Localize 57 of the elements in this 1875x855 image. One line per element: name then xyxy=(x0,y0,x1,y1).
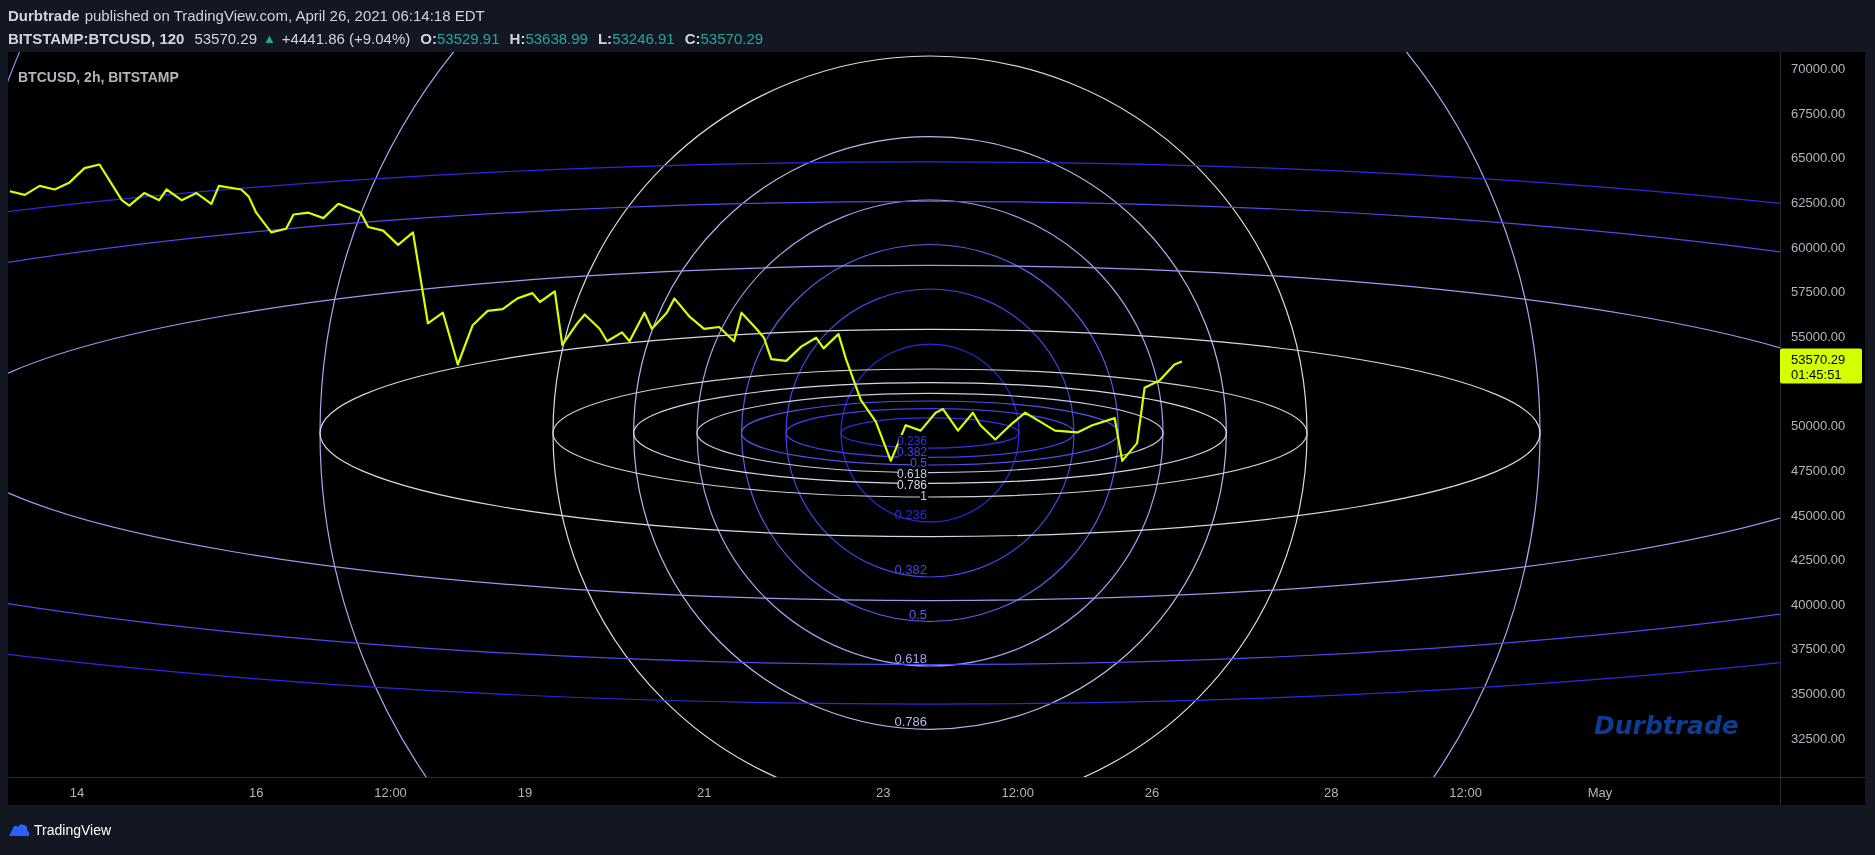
time-axis-label: 12:00 xyxy=(1001,785,1034,800)
up-arrow-icon: ▲ xyxy=(263,29,276,48)
price-axis-label: 62500.00 xyxy=(1791,195,1846,210)
author-name: Durbtrade xyxy=(8,6,80,25)
fib-level-label: 0.786 xyxy=(894,714,927,730)
time-axis-label: 21 xyxy=(696,785,712,800)
fib-level-label: 0.618 xyxy=(894,651,927,666)
price-axis-label: 32500.00 xyxy=(1791,730,1846,746)
chart-legend: BTCUSD, 2h, BITSTAMP xyxy=(18,69,179,85)
price-axis-label: 40000.00 xyxy=(1791,596,1846,612)
price-axis-label: 55000.00 xyxy=(1791,328,1846,344)
fib-level-label: 0.382 xyxy=(894,562,927,577)
time-axis-label: 14 xyxy=(69,785,85,800)
time-axis-label: May xyxy=(1587,785,1613,800)
countdown-label: 01:45:51 xyxy=(1791,367,1842,383)
price-axis-label: 60000.00 xyxy=(1791,239,1846,255)
price-axis-label: 65000.00 xyxy=(1791,150,1846,166)
ohlc-key: H: xyxy=(509,29,526,48)
ohlc-value: 53246.91 xyxy=(612,29,675,48)
price-axis-label: 37500.00 xyxy=(1791,641,1846,657)
cloud-icon xyxy=(8,823,30,837)
price-axis-label: 70000.00 xyxy=(1791,61,1846,77)
fib-level-label: 0.5 xyxy=(910,456,927,470)
symbol-name: BITSTAMP:BTCUSD, 120 xyxy=(8,29,185,48)
fib-level-label: 0.382 xyxy=(896,445,927,459)
price-axis-label: 35000.00 xyxy=(1791,686,1846,702)
price-axis-label: 57500.00 xyxy=(1791,284,1846,300)
time-axis-label: 26 xyxy=(1144,785,1160,800)
last-price-label: 53570.29 xyxy=(1791,352,1846,368)
publish-info: published on TradingView.com, April 26, 2021 06:14:18 EDT xyxy=(84,6,485,25)
fib-level-label: 0.236 xyxy=(896,434,927,448)
price-axis-label: 45000.00 xyxy=(1791,507,1846,523)
price-axis-label: 42500.00 xyxy=(1791,552,1846,568)
ohlc-value: 53638.99 xyxy=(525,29,588,48)
price-axis-label: 67500.00 xyxy=(1791,105,1846,121)
time-axis-label: 12:00 xyxy=(374,785,407,800)
brand-name: TradingView xyxy=(34,820,112,840)
price-change: +4441.86 (+9.04%) xyxy=(281,29,411,48)
time-axis-label: 23 xyxy=(876,785,891,800)
fib-level-label: 0.5 xyxy=(908,606,927,622)
ohlc-key: C: xyxy=(684,29,701,48)
last-price: 53570.29 xyxy=(194,29,257,48)
time-axis-label: 19 xyxy=(517,785,533,800)
price-axis-label: 47500.00 xyxy=(1791,462,1846,478)
fib-level-label: 0.786 xyxy=(896,478,927,492)
time-axis-label: 16 xyxy=(249,785,264,800)
time-axis-label: 28 xyxy=(1324,785,1339,800)
signature-text: Durbtrade xyxy=(1594,711,1739,740)
ohlc-value: 53529.91 xyxy=(436,29,500,48)
fib-level-label: 1 xyxy=(920,489,927,503)
ohlc-value: 53570.29 xyxy=(700,29,764,48)
price-axis-label: 50000.00 xyxy=(1791,418,1846,434)
fib-level-label: 0.618 xyxy=(896,467,927,481)
fib-level-label: 0.236 xyxy=(894,506,927,522)
ohlc-key: L: xyxy=(597,29,613,48)
time-axis-label: 12:00 xyxy=(1449,785,1482,800)
ohlc-key: O: xyxy=(420,29,437,48)
